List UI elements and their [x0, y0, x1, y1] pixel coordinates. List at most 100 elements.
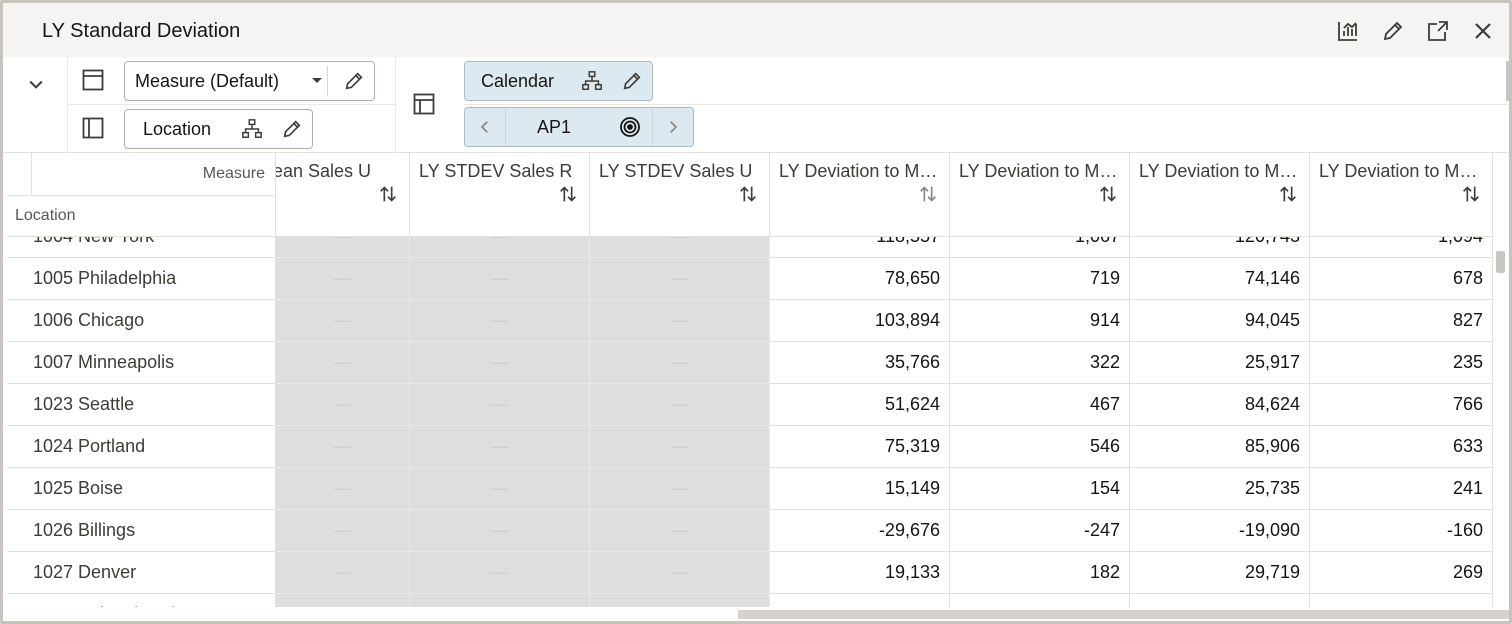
vertical-scrollbar[interactable] [1493, 237, 1509, 607]
data-cell[interactable]: -19,090 [1130, 510, 1310, 552]
previous-period-button[interactable] [465, 108, 505, 146]
toolbar-scrollbar[interactable] [1506, 61, 1509, 101]
close-button[interactable] [1467, 15, 1499, 47]
row-header-location[interactable]: 1026 Billings [7, 510, 276, 552]
row-header-location[interactable]: 1007 Minneapolis [7, 342, 276, 384]
row-header-location[interactable]: 1005 Philadelphia [7, 258, 276, 300]
column-header[interactable]: LY Deviation to Mean Sales U [950, 153, 1130, 237]
data-cell[interactable]: 103,894 [770, 300, 950, 342]
location-chip[interactable]: Location [124, 109, 313, 149]
data-cell[interactable]: 496 [950, 594, 1130, 607]
data-cell[interactable]: 269 [1310, 552, 1493, 594]
readonly-cell: — [410, 384, 590, 426]
data-cell[interactable]: 75,319 [770, 426, 950, 468]
data-cell[interactable]: 94,045 [1130, 300, 1310, 342]
data-cell[interactable]: 84,624 [1130, 384, 1310, 426]
data-cell[interactable]: 182 [950, 552, 1130, 594]
next-period-button[interactable] [653, 108, 693, 146]
table-row[interactable]: 1027 Denver — — —19,133 182 29,719 269 [7, 552, 1493, 594]
location-hierarchy-button[interactable] [235, 112, 269, 146]
data-cell[interactable]: 25,917 [1130, 342, 1310, 384]
column-header[interactable]: LY Deviation to Mean Sales R [1130, 153, 1310, 237]
data-cell[interactable]: 25,735 [1130, 468, 1310, 510]
data-cell[interactable]: -29,676 [770, 510, 950, 552]
row-header-location[interactable]: 1023 Seattle [7, 384, 276, 426]
data-cell[interactable]: 766 [1310, 384, 1493, 426]
sort-icon[interactable] [377, 183, 399, 205]
sort-icon[interactable] [1097, 183, 1119, 205]
chart-button[interactable] [1332, 15, 1364, 47]
readonly-cell: — [410, 300, 590, 342]
data-cell[interactable]: 583 [1310, 594, 1493, 607]
calendar-chip[interactable]: Calendar [464, 61, 653, 101]
pencil-icon [1383, 21, 1403, 41]
table-row[interactable]: 1024 Portland — — —75,319 546 85,906 633 [7, 426, 1493, 468]
data-cell[interactable]: 51,624 [770, 384, 950, 426]
data-cell[interactable]: 678 [1310, 258, 1493, 300]
vertical-scroll-thumb[interactable] [1496, 251, 1505, 273]
data-cell[interactable]: 235 [1310, 342, 1493, 384]
measure-edit-button[interactable] [337, 64, 371, 98]
data-cell[interactable]: 67,348 [770, 594, 950, 607]
column-header[interactable]: Mean Sales U [276, 153, 410, 237]
data-cell[interactable]: 15,149 [770, 468, 950, 510]
calendar-edit-button[interactable] [615, 64, 649, 98]
data-cell[interactable]: 154 [950, 468, 1130, 510]
column-header[interactable]: LY STDEV Sales U [590, 153, 770, 237]
calendar-hierarchy-button[interactable] [575, 64, 609, 98]
data-cell[interactable]: -160 [1310, 510, 1493, 552]
data-cell[interactable]: 241 [1310, 468, 1493, 510]
title-bar: LY Standard Deviation [3, 3, 1509, 57]
data-cell[interactable]: 78,650 [770, 258, 950, 300]
period-value[interactable]: AP1 [505, 108, 653, 146]
data-cell[interactable]: 546 [950, 426, 1130, 468]
data-cell[interactable]: 719 [950, 258, 1130, 300]
data-cell[interactable]: 633 [1310, 426, 1493, 468]
data-cell[interactable]: 74,146 [1130, 258, 1310, 300]
data-cell[interactable]: 77,934 [1130, 594, 1310, 607]
column-header[interactable]: LY STDEV Sales R [410, 153, 590, 237]
dropdown-caret-icon[interactable] [309, 72, 325, 93]
row-header-location[interactable]: 1028 Salt Lake City [7, 594, 276, 607]
data-cell[interactable]: 35,766 [770, 342, 950, 384]
horizontal-scrollbar[interactable] [7, 607, 1509, 621]
row-header-location[interactable]: 1027 Denver [7, 552, 276, 594]
data-cell[interactable]: 467 [950, 384, 1130, 426]
column-header-label: LY Deviation to Mean Sales U [959, 161, 1121, 181]
readonly-cell: — [590, 510, 770, 552]
table-row[interactable]: 1025 Boise — — —15,149 154 25,735 241 [7, 468, 1493, 510]
data-cell[interactable]: -247 [950, 510, 1130, 552]
table-row[interactable]: 1023 Seattle — — —51,624 467 84,624 766 [7, 384, 1493, 426]
table-row[interactable]: 1006 Chicago — — —103,894 914 94,045 827 [7, 300, 1493, 342]
data-cell[interactable]: 85,906 [1130, 426, 1310, 468]
collapse-toolbar-button[interactable] [21, 69, 51, 99]
readonly-cell: — [590, 300, 770, 342]
readonly-cell: — [276, 552, 410, 594]
data-cell[interactable]: 914 [950, 300, 1130, 342]
measure-chip[interactable]: Measure (Default) [124, 61, 375, 101]
table-row[interactable]: 1007 Minneapolis — — —35,766 322 25,917 235 [7, 342, 1493, 384]
sort-icon[interactable] [917, 183, 939, 205]
table-row[interactable]: 1028 Salt Lake City———67,34849677,934583 [7, 594, 1493, 607]
row-header-location[interactable]: 1025 Boise [7, 468, 276, 510]
column-header[interactable]: LY Deviation to Mean Sales R [770, 153, 950, 237]
table-row[interactable]: 1026 Billings — — — -29,676 -247 -19,090 -160 [7, 510, 1493, 552]
row-header-location[interactable]: 1006 Chicago [7, 300, 276, 342]
horizontal-scroll-thumb[interactable] [738, 610, 1509, 619]
column-header[interactable]: LY Deviation to Mean Sales U [1310, 153, 1493, 237]
data-cell[interactable]: 29,719 [1130, 552, 1310, 594]
sort-icon[interactable] [557, 183, 579, 205]
sort-icon[interactable] [737, 183, 759, 205]
row-header-location[interactable]: 1024 Portland [7, 426, 276, 468]
edit-button[interactable] [1377, 15, 1409, 47]
data-cell[interactable]: 19,133 [770, 552, 950, 594]
expand-button[interactable] [1422, 15, 1454, 47]
toolbar-divider [67, 104, 395, 105]
data-cell[interactable]: 827 [1310, 300, 1493, 342]
target-icon[interactable] [618, 115, 642, 139]
table-row[interactable]: 1005 Philadelphia — — —78,650 719 74,146 678 [7, 258, 1493, 300]
sort-icon[interactable] [1277, 183, 1299, 205]
data-cell[interactable]: 322 [950, 342, 1130, 384]
sort-icon[interactable] [1460, 183, 1482, 205]
location-edit-button[interactable] [275, 112, 309, 146]
